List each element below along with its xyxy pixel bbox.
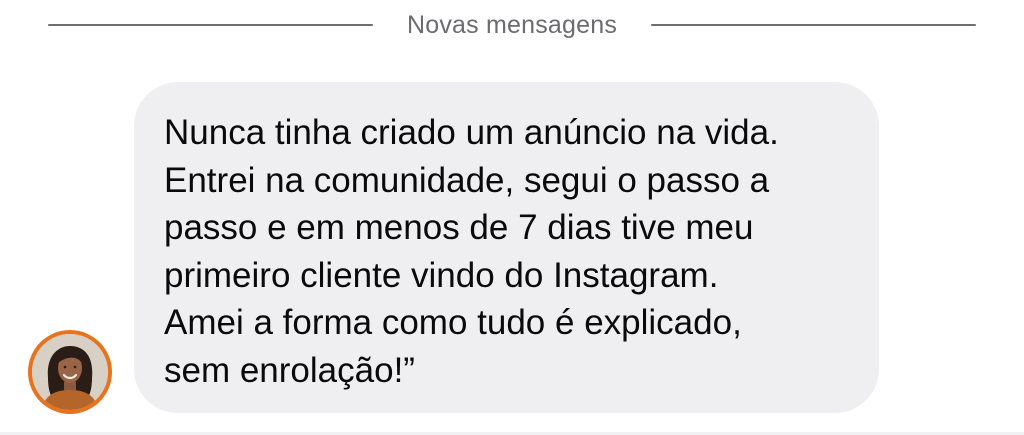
message-text-line: Amei a forma como tudo é explicado, [164,303,742,342]
chat-view: Novas mensagens Nunca tinha criado um an… [0,0,1024,435]
message-text-line: passo e em menos de 7 dias tive meu [164,208,754,247]
sender-avatar[interactable] [28,330,112,414]
message-text-line: primeiro cliente vindo do Instagram. [164,255,719,295]
message-text-line: Nunca tinha criado um anúncio na vida. [164,113,779,152]
new-messages-divider: Novas mensagens [0,0,1024,52]
new-messages-label: Novas mensagens [406,11,618,39]
message-bubble[interactable]: Nunca tinha criado um anúncio na vida. E… [134,82,879,413]
message-text-line: sem enrolação!” [164,350,415,390]
person-portrait-icon [32,334,108,410]
divider-line-right [651,24,976,26]
avatar-photo [32,334,108,410]
divider-line-left [48,24,373,26]
message-text-line: Entrei na comunidade, segui o passo a [164,160,770,200]
